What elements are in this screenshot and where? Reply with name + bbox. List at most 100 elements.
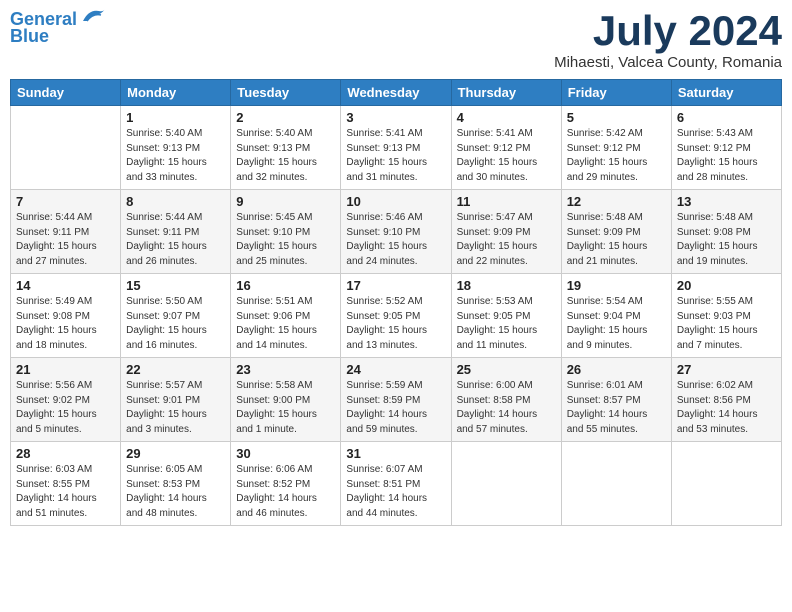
empty-cell	[671, 442, 781, 526]
day-cell-22: 22 Sunrise: 5:57 AM Sunset: 9:01 PM Dayli…	[121, 358, 231, 442]
day-number: 28	[16, 446, 115, 461]
day-cell-19: 19 Sunrise: 5:54 AM Sunset: 9:04 PM Dayli…	[561, 274, 671, 358]
day-cell-8: 8 Sunrise: 5:44 AM Sunset: 9:11 PM Daylig…	[121, 190, 231, 274]
page-header: General Blue July 2024 Mihaesti, Valcea …	[10, 10, 782, 71]
day-info: Sunrise: 5:40 AM Sunset: 9:13 PM Dayligh…	[236, 127, 335, 185]
day-cell-28: 28Sunrise: 6:03 AM Sunset: 8:55 PM Dayli…	[11, 442, 121, 526]
day-cell-24: 24 Sunrise: 5:59 AM Sunset: 8:59 PM Dayli…	[341, 358, 451, 442]
day-number: 26	[567, 362, 666, 377]
day-number: 14	[16, 278, 115, 293]
day-cell-3: 3 Sunrise: 5:41 AM Sunset: 9:13 PM Daylig…	[341, 106, 451, 190]
day-cell-12: 12Sunrise: 5:48 AM Sunset: 9:09 PM Dayli…	[561, 190, 671, 274]
day-cell-29: 29 Sunrise: 6:05 AM Sunset: 8:53 PM Dayli…	[121, 442, 231, 526]
empty-cell	[11, 106, 121, 190]
day-number: 11	[457, 194, 556, 209]
calendar-week-1: 1 Sunrise: 5:40 AM Sunset: 9:13 PM Daylig…	[11, 106, 782, 190]
day-number: 15	[126, 278, 225, 293]
day-cell-23: 23Sunrise: 5:58 AM Sunset: 9:00 PM Dayli…	[231, 358, 341, 442]
day-number: 22	[126, 362, 225, 377]
day-cell-2: 2 Sunrise: 5:40 AM Sunset: 9:13 PM Daylig…	[231, 106, 341, 190]
day-cell-6: 6Sunrise: 5:43 AM Sunset: 9:12 PM Daylig…	[671, 106, 781, 190]
day-cell-14: 14 Sunrise: 5:49 AM Sunset: 9:08 PM Dayli…	[11, 274, 121, 358]
day-info: Sunrise: 5:57 AM Sunset: 9:01 PM Dayligh…	[126, 379, 225, 437]
calendar-week-2: 7 Sunrise: 5:44 AM Sunset: 9:11 PM Daylig…	[11, 190, 782, 274]
day-header-wednesday: Wednesday	[341, 80, 451, 106]
day-info: Sunrise: 5:48 AM Sunset: 9:08 PM Dayligh…	[677, 211, 776, 269]
day-cell-9: 9 Sunrise: 5:45 AM Sunset: 9:10 PM Daylig…	[231, 190, 341, 274]
day-number: 5	[567, 110, 666, 125]
day-cell-26: 26 Sunrise: 6:01 AM Sunset: 8:57 PM Dayli…	[561, 358, 671, 442]
day-info: Sunrise: 6:05 AM Sunset: 8:53 PM Dayligh…	[126, 463, 225, 521]
day-number: 30	[236, 446, 335, 461]
day-cell-4: 4 Sunrise: 5:41 AM Sunset: 9:12 PM Daylig…	[451, 106, 561, 190]
day-header-friday: Friday	[561, 80, 671, 106]
day-cell-18: 18 Sunrise: 5:53 AM Sunset: 9:05 PM Dayli…	[451, 274, 561, 358]
day-number: 20	[677, 278, 776, 293]
day-info: Sunrise: 5:42 AM Sunset: 9:12 PM Dayligh…	[567, 127, 666, 185]
calendar-week-4: 21 Sunrise: 5:56 AM Sunset: 9:02 PM Dayli…	[11, 358, 782, 442]
day-info: Sunrise: 5:43 AM Sunset: 9:12 PM Dayligh…	[677, 127, 776, 185]
day-info: Sunrise: 5:51 AM Sunset: 9:06 PM Dayligh…	[236, 295, 335, 353]
calendar-week-3: 14 Sunrise: 5:49 AM Sunset: 9:08 PM Dayli…	[11, 274, 782, 358]
day-number: 24	[346, 362, 445, 377]
day-number: 25	[457, 362, 556, 377]
day-info: Sunrise: 5:59 AM Sunset: 8:59 PM Dayligh…	[346, 379, 445, 437]
location: Mihaesti, Valcea County, Romania	[554, 54, 782, 71]
day-info: Sunrise: 5:56 AM Sunset: 9:02 PM Dayligh…	[16, 379, 115, 437]
calendar-week-5: 28Sunrise: 6:03 AM Sunset: 8:55 PM Dayli…	[11, 442, 782, 526]
day-info: Sunrise: 5:49 AM Sunset: 9:08 PM Dayligh…	[16, 295, 115, 353]
day-info: Sunrise: 5:52 AM Sunset: 9:05 PM Dayligh…	[346, 295, 445, 353]
month-title: July 2024	[554, 10, 782, 52]
calendar-table: SundayMondayTuesdayWednesdayThursdayFrid…	[10, 79, 782, 526]
day-info: Sunrise: 5:45 AM Sunset: 9:10 PM Dayligh…	[236, 211, 335, 269]
day-info: Sunrise: 5:53 AM Sunset: 9:05 PM Dayligh…	[457, 295, 556, 353]
day-number: 4	[457, 110, 556, 125]
day-number: 16	[236, 278, 335, 293]
day-cell-5: 5 Sunrise: 5:42 AM Sunset: 9:12 PM Daylig…	[561, 106, 671, 190]
day-number: 19	[567, 278, 666, 293]
day-info: Sunrise: 6:07 AM Sunset: 8:51 PM Dayligh…	[346, 463, 445, 521]
day-info: Sunrise: 6:06 AM Sunset: 8:52 PM Dayligh…	[236, 463, 335, 521]
day-number: 1	[126, 110, 225, 125]
logo-blue: Blue	[10, 26, 49, 47]
logo: General Blue	[10, 10, 107, 47]
day-number: 7	[16, 194, 115, 209]
day-info: Sunrise: 5:47 AM Sunset: 9:09 PM Dayligh…	[457, 211, 556, 269]
day-cell-30: 30 Sunrise: 6:06 AM Sunset: 8:52 PM Dayli…	[231, 442, 341, 526]
day-header-sunday: Sunday	[11, 80, 121, 106]
day-cell-25: 25 Sunrise: 6:00 AM Sunset: 8:58 PM Dayli…	[451, 358, 561, 442]
day-number: 18	[457, 278, 556, 293]
day-info: Sunrise: 6:01 AM Sunset: 8:57 PM Dayligh…	[567, 379, 666, 437]
day-info: Sunrise: 6:02 AM Sunset: 8:56 PM Dayligh…	[677, 379, 776, 437]
logo-bird-icon	[79, 7, 107, 27]
title-area: July 2024 Mihaesti, Valcea County, Roman…	[554, 10, 782, 71]
day-number: 31	[346, 446, 445, 461]
day-number: 13	[677, 194, 776, 209]
day-cell-17: 17 Sunrise: 5:52 AM Sunset: 9:05 PM Dayli…	[341, 274, 451, 358]
day-info: Sunrise: 6:00 AM Sunset: 8:58 PM Dayligh…	[457, 379, 556, 437]
day-number: 3	[346, 110, 445, 125]
day-info: Sunrise: 5:41 AM Sunset: 9:13 PM Dayligh…	[346, 127, 445, 185]
day-cell-20: 20Sunrise: 5:55 AM Sunset: 9:03 PM Dayli…	[671, 274, 781, 358]
day-number: 17	[346, 278, 445, 293]
day-cell-13: 13 Sunrise: 5:48 AM Sunset: 9:08 PM Dayli…	[671, 190, 781, 274]
day-info: Sunrise: 5:54 AM Sunset: 9:04 PM Dayligh…	[567, 295, 666, 353]
day-cell-15: 15Sunrise: 5:50 AM Sunset: 9:07 PM Dayli…	[121, 274, 231, 358]
day-cell-10: 10Sunrise: 5:46 AM Sunset: 9:10 PM Dayli…	[341, 190, 451, 274]
day-number: 2	[236, 110, 335, 125]
day-info: Sunrise: 5:41 AM Sunset: 9:12 PM Dayligh…	[457, 127, 556, 185]
day-info: Sunrise: 5:44 AM Sunset: 9:11 PM Dayligh…	[126, 211, 225, 269]
empty-cell	[451, 442, 561, 526]
calendar-header-row: SundayMondayTuesdayWednesdayThursdayFrid…	[11, 80, 782, 106]
day-header-saturday: Saturday	[671, 80, 781, 106]
day-header-monday: Monday	[121, 80, 231, 106]
day-number: 21	[16, 362, 115, 377]
day-number: 27	[677, 362, 776, 377]
empty-cell	[561, 442, 671, 526]
day-number: 8	[126, 194, 225, 209]
day-number: 10	[346, 194, 445, 209]
day-number: 29	[126, 446, 225, 461]
day-cell-11: 11 Sunrise: 5:47 AM Sunset: 9:09 PM Dayli…	[451, 190, 561, 274]
day-number: 9	[236, 194, 335, 209]
day-number: 12	[567, 194, 666, 209]
